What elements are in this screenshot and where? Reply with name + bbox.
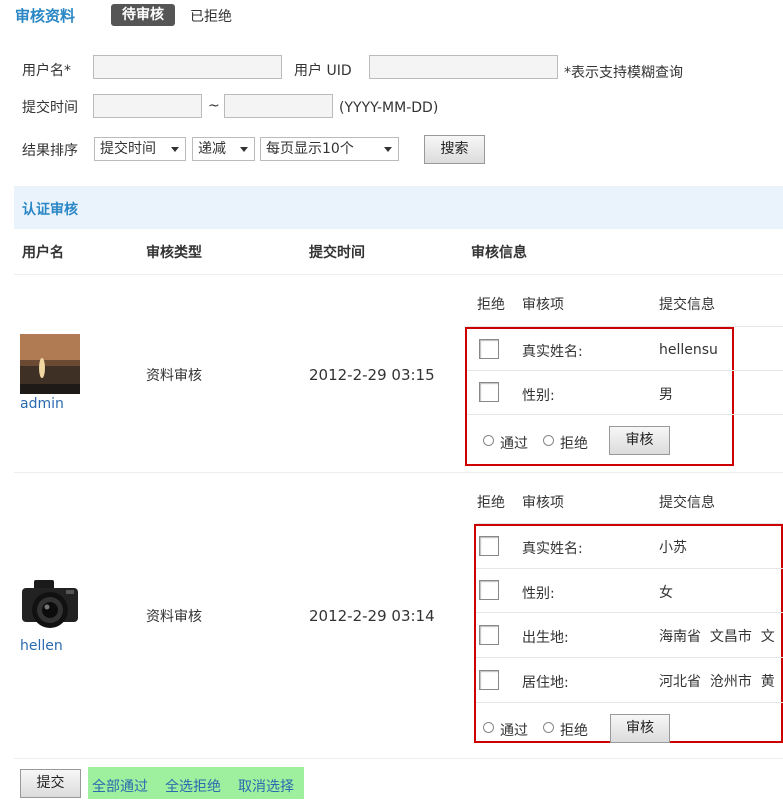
fuzzy-note: *表示支持模糊查询 — [564, 65, 683, 81]
chevron-down-icon — [384, 147, 392, 152]
reject-checkbox[interactable] — [479, 670, 499, 690]
pass-label: 通过 — [500, 436, 528, 452]
time-format-hint: (YYYY-MM-DD) — [339, 100, 439, 116]
username-input[interactable] — [93, 55, 282, 79]
all-reject-link[interactable]: 全选拒绝 — [165, 776, 221, 796]
reject-radio[interactable] — [543, 722, 554, 733]
field-value: 男 — [659, 387, 673, 403]
divider — [476, 702, 783, 703]
time-separator: ~ — [208, 98, 220, 114]
col-info: 审核信息 — [471, 245, 527, 261]
sub-col-reject: 拒绝 — [477, 297, 505, 313]
sort-field-select[interactable]: 提交时间 — [94, 137, 186, 161]
submit-button[interactable]: 提交 — [20, 769, 81, 798]
divider — [467, 414, 783, 415]
divider — [14, 274, 783, 275]
field-label: 性别: — [522, 388, 555, 404]
divider — [476, 568, 783, 569]
review-type: 资料审核 — [146, 368, 202, 384]
reject-label: 拒绝 — [560, 436, 588, 452]
field-label: 真实姓名: — [522, 344, 583, 360]
avatar-admin — [20, 334, 80, 394]
submit-time: 2012-2-29 03:14 — [309, 607, 435, 625]
submit-time: 2012-2-29 03:15 — [309, 366, 435, 384]
sub-col-value: 提交信息 — [659, 297, 715, 313]
uid-input[interactable] — [369, 55, 558, 79]
field-label: 出生地: — [522, 630, 569, 646]
review-button[interactable]: 审核 — [609, 426, 670, 455]
col-type: 审核类型 — [146, 245, 202, 261]
divider — [476, 657, 783, 658]
sort-field-value: 提交时间 — [100, 141, 156, 157]
sort-order-value: 递减 — [198, 141, 226, 157]
field-label: 居住地: — [522, 675, 569, 691]
field-value: hellensu — [659, 342, 718, 358]
review-button[interactable]: 审核 — [610, 714, 670, 743]
time-to-input[interactable] — [224, 94, 333, 118]
user-link-admin[interactable]: admin — [20, 396, 64, 412]
sub-col-field: 审核项 — [522, 495, 564, 511]
review-type: 资料审核 — [146, 609, 202, 625]
chevron-down-icon — [240, 147, 248, 152]
tab-rejected[interactable]: 已拒绝 — [190, 6, 232, 26]
divider — [14, 472, 783, 473]
sort-order-select[interactable]: 递减 — [192, 137, 255, 161]
section-header: 认证审核 — [14, 186, 783, 229]
divider — [14, 758, 783, 759]
reject-checkbox[interactable] — [479, 536, 499, 556]
all-pass-link[interactable]: 全部通过 — [92, 776, 148, 796]
field-value: 海南省 文昌市 文 — [659, 629, 775, 645]
page-title: 审核资料 — [15, 7, 76, 25]
chevron-down-icon — [171, 147, 179, 152]
pass-radio[interactable] — [483, 435, 494, 446]
sub-col-value: 提交信息 — [659, 495, 715, 511]
col-username: 用户名 — [22, 245, 64, 261]
divider — [476, 612, 783, 613]
avatar-hellen — [20, 576, 80, 636]
reject-label: 拒绝 — [560, 723, 588, 739]
field-value: 小苏 — [659, 540, 687, 556]
sort-label: 结果排序 — [22, 143, 78, 159]
tab-pending[interactable]: 待审核 — [111, 4, 175, 26]
reject-checkbox[interactable] — [479, 339, 499, 359]
time-label: 提交时间 — [22, 100, 78, 116]
cancel-select-link[interactable]: 取消选择 — [238, 776, 294, 796]
field-label: 真实姓名: — [522, 541, 583, 557]
search-button[interactable]: 搜索 — [424, 135, 485, 164]
sub-col-field: 审核项 — [522, 297, 564, 313]
reject-checkbox[interactable] — [479, 625, 499, 645]
reject-checkbox[interactable] — [479, 580, 499, 600]
field-label: 性别: — [522, 586, 555, 602]
divider — [467, 370, 783, 371]
col-time: 提交时间 — [309, 245, 365, 261]
reject-checkbox[interactable] — [479, 382, 499, 402]
user-link-hellen[interactable]: hellen — [20, 638, 63, 654]
page-size-value: 每页显示10个 — [266, 141, 354, 157]
time-from-input[interactable] — [93, 94, 202, 118]
username-label: 用户名* — [22, 63, 71, 79]
divider — [476, 523, 783, 524]
uid-label: 用户 UID — [294, 63, 352, 79]
pass-label: 通过 — [500, 723, 528, 739]
page-size-select[interactable]: 每页显示10个 — [260, 137, 399, 161]
reject-radio[interactable] — [543, 435, 554, 446]
field-value: 河北省 沧州市 黄 — [659, 674, 775, 690]
field-value: 女 — [659, 585, 673, 601]
pass-radio[interactable] — [483, 722, 494, 733]
sub-col-reject: 拒绝 — [477, 495, 505, 511]
divider — [467, 326, 783, 327]
section-title: 认证审核 — [22, 202, 78, 218]
